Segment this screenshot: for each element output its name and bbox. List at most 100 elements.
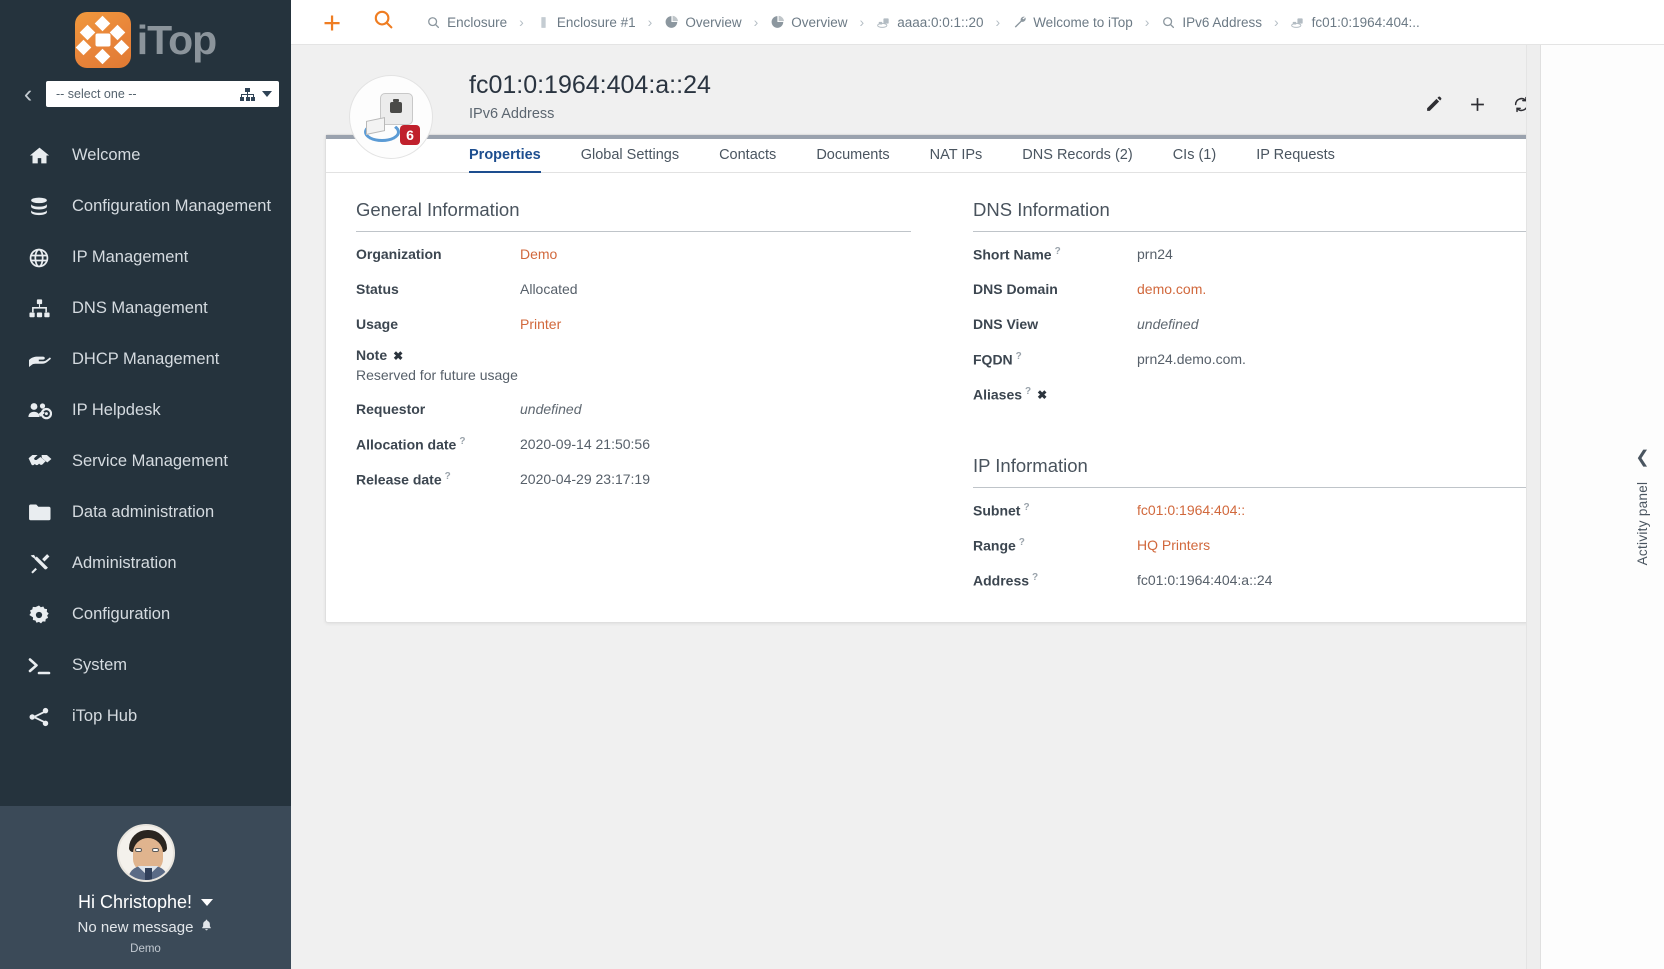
edit-button[interactable] <box>1424 95 1442 113</box>
help-icon[interactable]: ? <box>459 436 465 447</box>
help-icon[interactable]: ? <box>1055 246 1061 257</box>
pie-chart-icon <box>664 15 679 30</box>
sidebar-item-dns-management[interactable]: DNS Management <box>0 283 291 334</box>
sidebar-item-label: iTop Hub <box>72 707 138 725</box>
users-cog-icon <box>28 401 62 421</box>
tab-documents[interactable]: Documents <box>796 147 909 172</box>
breadcrumb-item-enclosure-1[interactable]: Enclosure #1 <box>536 15 636 30</box>
breadcrumb-item-overview-1[interactable]: Overview <box>664 14 742 30</box>
field-value: Reserved for future usage <box>356 366 518 383</box>
field-value: Allocated <box>520 280 578 297</box>
field-label: Subnet <box>973 502 1021 519</box>
hands-helping-icon <box>28 452 62 471</box>
sidebar-item-label: Service Management <box>72 452 228 470</box>
sidebar-item-label: DNS Management <box>72 299 208 317</box>
tab-nat-ips[interactable]: NAT IPs <box>910 147 1003 172</box>
expand-icon[interactable]: ✖ <box>393 349 403 363</box>
help-icon[interactable]: ? <box>1019 537 1025 548</box>
tab-cis[interactable]: CIs (1) <box>1153 147 1237 172</box>
object-class-label: IPv6 Address <box>469 105 555 122</box>
chevron-down-icon <box>201 899 214 906</box>
sidebar-item-welcome[interactable]: Welcome <box>0 130 291 181</box>
help-icon[interactable]: ? <box>1023 502 1029 513</box>
tab-contacts[interactable]: Contacts <box>699 147 796 172</box>
sidebar-item-label: IP Helpdesk <box>72 401 161 419</box>
ip-information-section: IP Information Subnet? fc01:0:1964:404:: <box>973 455 1597 607</box>
sidebar-nav: Welcome Configuration Management IP Mana… <box>0 130 291 806</box>
field-value[interactable]: Demo <box>520 246 557 262</box>
field-value: undefined <box>520 400 582 417</box>
breadcrumb-separator: › <box>1144 14 1150 30</box>
field-value[interactable]: Printer <box>520 316 561 332</box>
breadcrumb-label: fc01:0:1964:404:.. <box>1311 14 1420 30</box>
breadcrumb-label: Overview <box>685 14 742 30</box>
pie-chart-icon <box>770 15 785 30</box>
field-label: Range <box>973 537 1016 554</box>
breadcrumb-item-ipv6-aaaa[interactable]: aaaa:0:0:1::20 <box>876 15 984 30</box>
activity-panel: ❮ Activity panel <box>1540 45 1664 969</box>
breadcrumb-separator: › <box>1273 14 1279 30</box>
field-label-row: Aliases? ✖ <box>973 386 1137 403</box>
expand-icon[interactable]: ✖ <box>1037 388 1047 402</box>
general-information-fields: Organization Demo Status Allocated Usage… <box>356 246 911 506</box>
field-label-row: Allocation date? <box>356 436 520 453</box>
field-value[interactable]: fc01:0:1964:404:: <box>1137 502 1245 518</box>
tab-dns-records[interactable]: DNS Records (2) <box>1002 147 1152 172</box>
user-greeting[interactable]: Hi Christophe! <box>0 892 291 913</box>
field-usage: Usage Printer <box>356 316 911 351</box>
field-value[interactable]: HQ Printers <box>1137 537 1210 553</box>
new-object-button[interactable]: + <box>323 7 341 38</box>
messages-status[interactable]: No new message <box>0 918 291 936</box>
breadcrumb-item-welcome-to-itop[interactable]: Welcome to iTop <box>1012 15 1133 30</box>
chevron-left-icon[interactable]: ‹ <box>14 81 42 107</box>
breadcrumb-item-ipv6-address[interactable]: IPv6 Address <box>1161 15 1262 30</box>
field-label-row: Range? <box>973 537 1137 554</box>
object-icon: 6 <box>349 75 433 159</box>
field-value[interactable]: demo.com. <box>1137 281 1206 297</box>
breadcrumb-item-enclosure[interactable]: Enclosure <box>426 15 507 30</box>
ipv6-badge: 6 <box>400 125 420 145</box>
sidebar-item-dhcp-management[interactable]: DHCP Management <box>0 334 291 385</box>
help-icon[interactable]: ? <box>1016 351 1022 362</box>
sidebar-item-configuration-management[interactable]: Configuration Management <box>0 181 291 232</box>
field-value: undefined <box>1137 315 1199 332</box>
field-label-row: Note ✖ <box>356 347 911 363</box>
sidebar-item-ip-helpdesk[interactable]: IP Helpdesk <box>0 385 291 436</box>
tab-properties[interactable]: Properties <box>449 147 561 173</box>
object-details-card: Properties Global Settings Contacts Docu… <box>325 133 1632 623</box>
field-label: Note <box>356 346 388 363</box>
help-icon[interactable]: ? <box>1025 386 1031 397</box>
breadcrumb-item-current[interactable]: fc01:0:1964:404:.. <box>1291 15 1420 30</box>
tools-icon <box>28 553 62 575</box>
field-label: DNS View <box>973 315 1039 332</box>
new-button[interactable] <box>1468 95 1486 113</box>
breadcrumb-label: Overview <box>791 14 848 30</box>
breadcrumb-item-overview-2[interactable]: Overview <box>770 14 848 30</box>
itop-application: iTop ‹ -- select one -- Welcome Configur… <box>0 0 1664 969</box>
org-select[interactable]: -- select one -- <box>46 81 279 107</box>
sidebar-item-itop-hub[interactable]: iTop Hub <box>0 691 291 742</box>
sidebar-item-administration[interactable]: Administration <box>0 538 291 589</box>
field-address: Address? fc01:0:1964:404:a::24 <box>973 572 1597 607</box>
field-allocation-date: Allocation date? 2020-09-14 21:50:56 <box>356 436 911 471</box>
global-search-button[interactable] <box>373 9 394 35</box>
avatar[interactable] <box>116 824 175 882</box>
sidebar-item-service-management[interactable]: Service Management <box>0 436 291 487</box>
field-organization: Organization Demo <box>356 246 911 281</box>
field-label: Requestor <box>356 400 426 417</box>
chevron-left-icon[interactable]: ❮ <box>1635 449 1649 466</box>
field-label-row: FQDN? <box>973 351 1137 368</box>
page-scrollbar[interactable] <box>1526 45 1540 969</box>
tab-global-settings[interactable]: Global Settings <box>561 147 699 172</box>
sidebar-item-ip-management[interactable]: IP Management <box>0 232 291 283</box>
brand[interactable]: iTop <box>0 0 291 72</box>
sidebar-item-configuration[interactable]: Configuration <box>0 589 291 640</box>
sidebar-item-label: Configuration <box>72 605 171 623</box>
sidebar-item-system[interactable]: System <box>0 640 291 691</box>
field-label: Usage <box>356 315 399 332</box>
help-icon[interactable]: ? <box>445 471 451 482</box>
activity-panel-toggle[interactable]: ❮ Activity panel <box>1635 449 1650 566</box>
help-icon[interactable]: ? <box>1032 572 1038 583</box>
tab-ip-requests[interactable]: IP Requests <box>1236 147 1355 172</box>
sidebar-item-data-administration[interactable]: Data administration <box>0 487 291 538</box>
